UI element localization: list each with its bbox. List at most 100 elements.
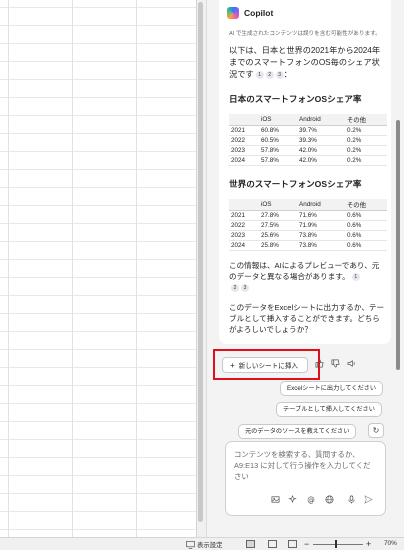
table-cell: 2022	[229, 220, 259, 231]
zoom-level[interactable]: 70%	[384, 540, 397, 547]
mention-icon[interactable]: @	[306, 495, 316, 505]
copilot-title: Copilot	[244, 8, 274, 18]
table-row: 2021 27.8% 71.6% 0.6%	[229, 210, 387, 221]
microphone-icon[interactable]	[346, 495, 356, 505]
send-icon[interactable]	[363, 495, 373, 505]
table-cell: 57.8%	[259, 155, 297, 166]
table-cell: 0.2%	[345, 145, 387, 156]
table-cell: 2022	[229, 135, 259, 146]
thumbs-up-icon[interactable]	[314, 359, 324, 369]
world-share-table: iOS Android その他 2021 27.8% 71.6% 0.6% 2022 2…	[229, 199, 387, 251]
prompt-composer: @	[225, 441, 386, 516]
table-row: 2022 27.5% 71.9% 0.6%	[229, 220, 387, 231]
table-cell: 25.8%	[259, 240, 297, 251]
suggestion-insert-table[interactable]: テーブルとして挿入してください	[276, 402, 382, 417]
column-header: その他	[345, 114, 387, 126]
table-cell: 39.3%	[297, 135, 345, 146]
table-row: 2023 57.8% 42.0% 0.2%	[229, 145, 387, 156]
table-row: 2021 60.8% 39.7% 0.2%	[229, 125, 387, 136]
japan-share-heading: 日本のスマートフォンOSシェア率	[229, 94, 362, 104]
thumbs-down-icon[interactable]	[330, 359, 340, 369]
display-settings-icon	[186, 540, 195, 549]
worksheet-scroll-thumb[interactable]	[198, 2, 203, 522]
table-cell: 42.0%	[297, 155, 345, 166]
column-header: Android	[297, 114, 345, 126]
zoom-slider-thumb[interactable]	[335, 540, 337, 548]
display-settings-button[interactable]: 表示設定	[186, 540, 223, 549]
table-cell: 2024	[229, 240, 259, 251]
zoom-out-button[interactable]: −	[304, 538, 309, 550]
table-cell: 42.0%	[297, 145, 345, 156]
web-search-icon[interactable]	[324, 495, 334, 505]
read-aloud-icon[interactable]	[346, 359, 356, 369]
zoom-slider[interactable]	[313, 544, 363, 545]
page-layout-view-icon[interactable]	[268, 540, 277, 548]
intro-text: 以下は、日本と世界の2021年から2024年までのスマートフォンのOS毎のシェア…	[229, 46, 381, 79]
attach-image-icon[interactable]	[270, 495, 280, 505]
table-cell: 0.6%	[345, 220, 387, 231]
zoom-in-button[interactable]: +	[366, 538, 371, 550]
column-header: Android	[297, 199, 345, 211]
table-cell: 0.6%	[345, 210, 387, 221]
normal-view-icon[interactable]	[246, 540, 255, 548]
table-cell: 0.6%	[345, 230, 387, 241]
table-cell: 0.2%	[345, 135, 387, 146]
table-cell: 2023	[229, 145, 259, 156]
intro-sentence: 以下は、日本と世界の2021年から2024年までのスマートフォンのOS毎のシェア…	[229, 46, 381, 79]
citation-2[interactable]: 2	[231, 284, 239, 292]
export-question: このデータをExcelシートに出力するか、テーブルとして挿入することができます。…	[229, 303, 385, 334]
column-header	[229, 199, 259, 211]
table-cell: 73.8%	[297, 240, 345, 251]
table-cell: 71.9%	[297, 220, 345, 231]
citation-3[interactable]: 3	[241, 284, 249, 292]
table-cell: 2021	[229, 210, 259, 221]
plus-icon: +	[230, 360, 235, 370]
table-cell: 27.8%	[259, 210, 297, 221]
table-row: 2023 25.6% 73.8% 0.6%	[229, 230, 387, 241]
column-header: その他	[345, 199, 387, 211]
citation-2[interactable]: 2	[265, 70, 274, 79]
copilot-header: Copilot	[227, 6, 385, 20]
insert-new-sheet-button[interactable]: + 新しいシートに挿入	[222, 357, 308, 373]
table-cell: 39.7%	[297, 125, 345, 136]
table-cell: 2023	[229, 230, 259, 241]
display-settings-label: 表示設定	[197, 542, 223, 549]
status-bar: 表示設定 − + 70%	[0, 537, 404, 550]
table-cell: 57.8%	[259, 145, 297, 156]
refresh-suggestions-icon[interactable]: ↻	[368, 423, 384, 438]
table-cell: 71.6%	[297, 210, 345, 221]
suggestion-export-excel[interactable]: Excelシートに出力してください	[280, 381, 384, 396]
table-row: 2024 25.8% 73.8% 0.6%	[229, 240, 387, 251]
column-header: iOS	[259, 114, 297, 126]
table-cell: 2024	[229, 155, 259, 166]
pane-scrollbar[interactable]	[396, 120, 400, 370]
table-header-row: iOS Android その他	[229, 199, 387, 211]
prompt-input[interactable]	[234, 449, 377, 487]
page-break-view-icon[interactable]	[288, 540, 297, 548]
copilot-response-card: Copilot AI で生成されたコンテンツは誤りを含む可能性があります。 以下…	[219, 0, 391, 344]
ai-disclaimer: AI で生成されたコンテンツは誤りを含む可能性があります。	[229, 31, 381, 37]
citation-1[interactable]: 1	[351, 273, 360, 281]
table-cell: 0.2%	[345, 155, 387, 166]
table-row: 2022 60.5% 39.3% 0.2%	[229, 135, 387, 146]
column-header	[229, 114, 259, 126]
citation-3[interactable]: 3	[275, 70, 284, 79]
table-cell: 73.8%	[297, 230, 345, 241]
table-row: 2024 57.8% 42.0% 0.2%	[229, 155, 387, 166]
citation-1[interactable]: 1	[255, 70, 264, 79]
table-cell: 60.5%	[259, 135, 297, 146]
table-cell: 0.2%	[345, 125, 387, 136]
suggestion-data-source[interactable]: 元のデータのソースを教えてください	[238, 424, 357, 439]
table-header-row: iOS Android その他	[229, 114, 387, 126]
preview-note: この情報は、AIによるプレビューであり、元のデータと異なる場合があります。 1 2 3	[229, 260, 385, 293]
prompt-gallery-icon[interactable]	[287, 495, 297, 505]
copilot-logo-icon	[227, 7, 239, 19]
column-header: iOS	[259, 199, 297, 211]
world-share-heading: 世界のスマートフォンOSシェア率	[229, 179, 362, 189]
worksheet-grid[interactable]	[0, 0, 196, 537]
table-cell: 60.8%	[259, 125, 297, 136]
table-cell: 0.6%	[345, 240, 387, 251]
japan-share-table: iOS Android その他 2021 60.8% 39.7% 0.2% 2022 6…	[229, 114, 387, 166]
insert-button-label: 新しいシートに挿入	[238, 363, 299, 370]
table-cell: 2021	[229, 125, 259, 136]
